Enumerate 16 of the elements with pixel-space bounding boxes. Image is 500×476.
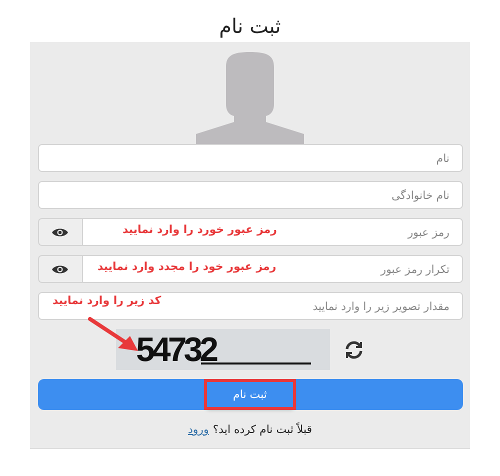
page-title: ثبت نام <box>219 14 281 38</box>
annotation-text: رمز عبور خورد را وارد نمایید <box>122 223 277 236</box>
refresh-icon[interactable] <box>344 340 364 360</box>
avatar-icon <box>194 52 306 144</box>
captcha-code: 54732 <box>136 332 216 366</box>
login-link[interactable]: ورود <box>188 423 209 436</box>
eye-icon <box>51 264 69 274</box>
input-field[interactable]: نام خانوادگی <box>38 181 462 209</box>
footer-text: قبلاً ثبت نام کرده اید؟ <box>212 423 312 436</box>
eye-icon <box>51 226 69 238</box>
register-button[interactable]: ثبت نام <box>38 379 462 410</box>
show-password-button[interactable] <box>38 255 82 283</box>
input-field[interactable]: نام <box>38 144 462 172</box>
show-password-button[interactable] <box>38 218 82 246</box>
annotation-text: رمز عبور خود را مجدد وارد نمایید <box>98 260 276 273</box>
annotation-text: کد زیر را وارد نمایید <box>52 294 162 307</box>
